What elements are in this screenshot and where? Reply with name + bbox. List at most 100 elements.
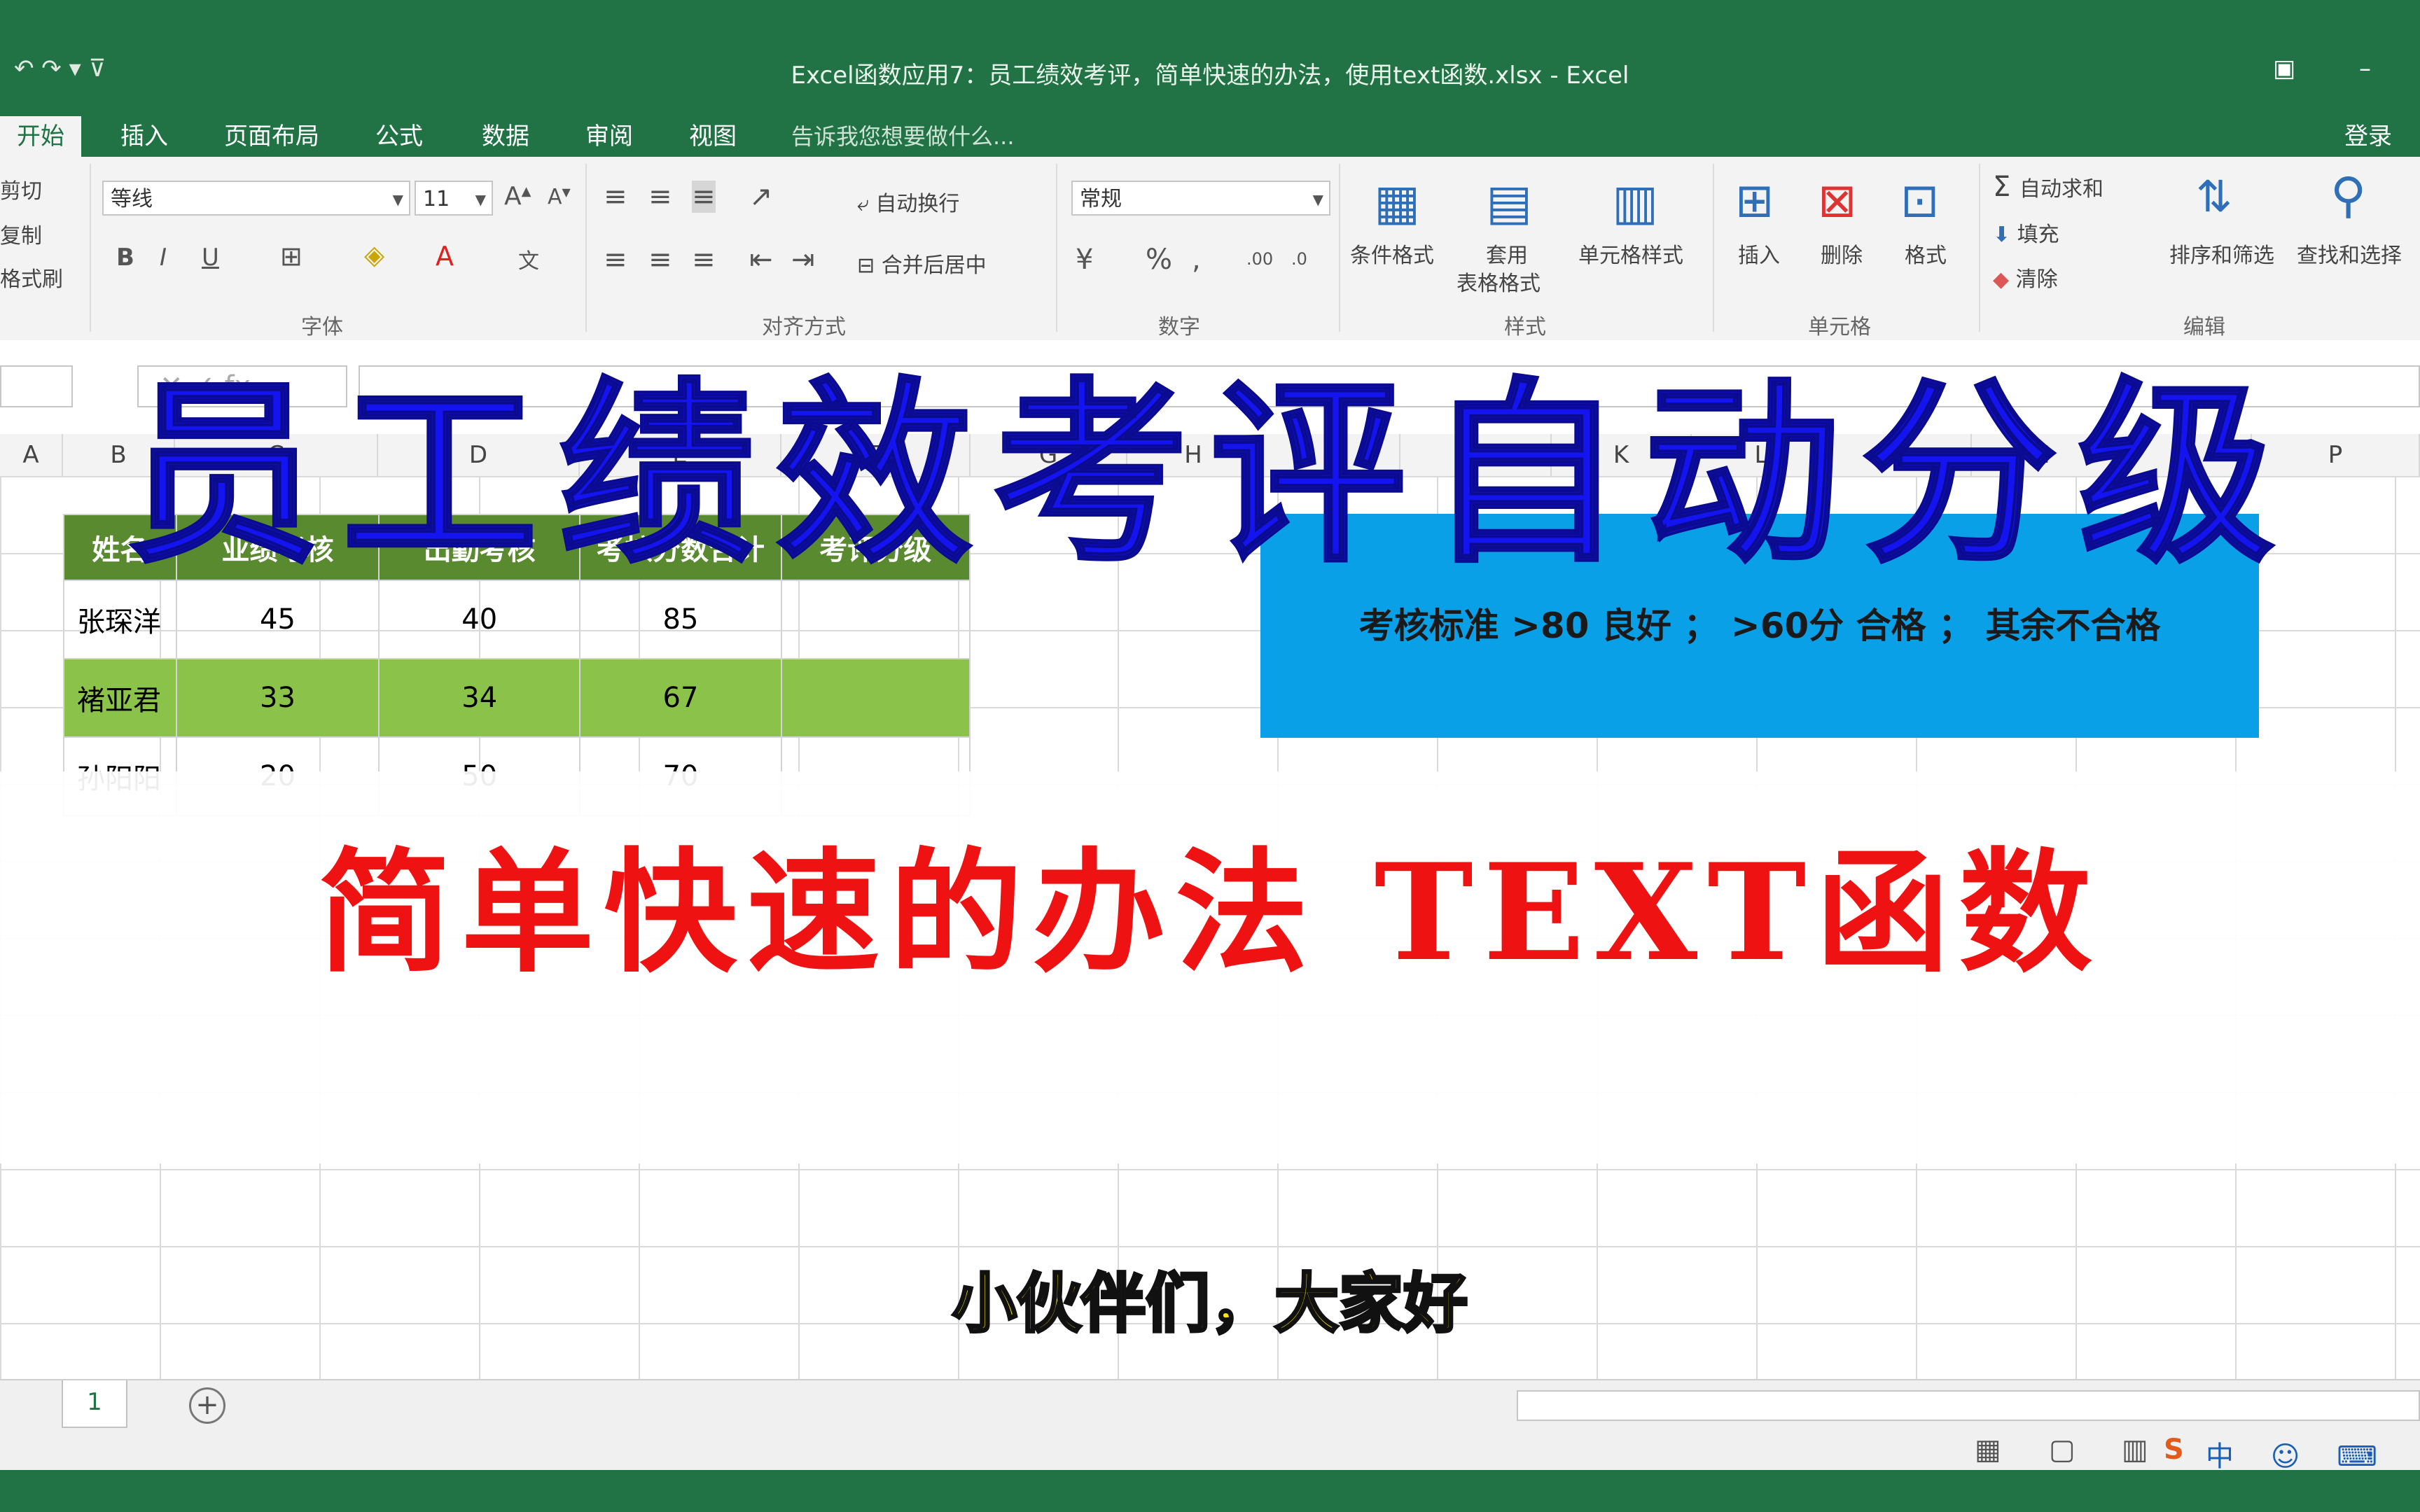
tell-me-search[interactable]: 告诉我您想要做什么...: [791, 116, 1015, 157]
eraser-icon: ◆: [1993, 267, 2016, 292]
normal-view-icon[interactable]: ▦: [1975, 1434, 2001, 1466]
comma-icon[interactable]: ,: [1192, 244, 1201, 276]
status-bar: ▦ ▢ ▥ S 中 ☺ ⌨: [0, 1431, 2420, 1473]
tab-formulas[interactable]: 公式: [359, 116, 440, 157]
delete-cells-button[interactable]: 删除: [1821, 238, 1863, 269]
table-format-icon[interactable]: ▤: [1486, 174, 1532, 231]
underline-icon[interactable]: U: [202, 244, 219, 272]
format-cells-icon[interactable]: ⊡: [1900, 174, 1939, 227]
horizontal-scrollbar[interactable]: [1517, 1390, 2420, 1421]
chevron-down-icon: ▼: [475, 191, 486, 208]
video-subline: 简单快速的办法 TEXT函数: [318, 834, 2102, 990]
number-format-value: 常规: [1080, 187, 1122, 211]
copy-button[interactable]: 复制: [0, 218, 42, 249]
subtitle-caption: 小伙伴们，大家好: [951, 1265, 1469, 1343]
wrap-text-label: 自动换行: [875, 192, 960, 216]
find-select-button[interactable]: 查找和选择: [2297, 238, 2402, 269]
tab-page-layout[interactable]: 页面布局: [207, 116, 336, 157]
ribbon: 剪切 复制 格式刷 等线 ▼ 11 ▼ A▲ A▼ B I U ⊞ ◈ A 文 字体…: [0, 157, 2420, 342]
fill-button[interactable]: ⬇ 填充: [1993, 217, 2059, 248]
search-icon[interactable]: ⚲: [2330, 167, 2366, 224]
format-painter-button[interactable]: 格式刷: [0, 262, 63, 293]
tab-insert[interactable]: 插入: [104, 116, 185, 157]
align-left-icon[interactable]: ≡: [604, 244, 627, 276]
merge-icon: ⊟: [857, 253, 882, 278]
decrease-decimal-icon[interactable]: .0: [1291, 249, 1307, 269]
login-link[interactable]: 登录: [2344, 116, 2392, 157]
format-cells-button[interactable]: 格式: [1905, 238, 1947, 269]
sort-filter-icon[interactable]: ⇅: [2196, 171, 2232, 222]
font-color-icon[interactable]: A: [436, 241, 454, 272]
table-cell[interactable]: 34: [378, 658, 581, 738]
bottom-strip: [0, 1470, 2420, 1512]
sheet-tab-bar: 1 +: [0, 1379, 2420, 1432]
page-break-view-icon[interactable]: ▥: [2122, 1434, 2148, 1466]
insert-cells-icon[interactable]: ⊞: [1735, 174, 1774, 227]
ime-toolbar-icon[interactable]: 中 ☺ ⌨: [2206, 1434, 2391, 1474]
ribbon-tabs: 开始 插入 页面布局 公式 数据 审阅 视图 告诉我您想要做什么... 登录: [0, 112, 2420, 157]
bold-icon[interactable]: B: [116, 244, 134, 272]
border-icon[interactable]: ⊞: [280, 241, 302, 272]
shrink-font-icon[interactable]: A▼: [548, 185, 571, 209]
cut-button[interactable]: 剪切: [0, 174, 42, 204]
currency-icon[interactable]: ¥: [1076, 244, 1093, 276]
window-controls[interactable]: ▣ –: [2273, 55, 2399, 83]
font-name-combo[interactable]: 等线 ▼: [102, 181, 410, 216]
align-center-icon[interactable]: ≡: [648, 244, 672, 276]
font-name-value: 等线: [111, 187, 153, 211]
tab-view[interactable]: 视图: [672, 116, 753, 157]
sheet-tab[interactable]: 1: [62, 1380, 127, 1428]
delete-cells-icon[interactable]: ⊠: [1818, 174, 1856, 227]
align-bottom-icon[interactable]: ≡: [692, 181, 716, 213]
font-size-combo[interactable]: 11 ▼: [415, 181, 493, 216]
table-cell[interactable]: [780, 658, 971, 738]
fill-label: 填充: [2017, 223, 2059, 247]
fill-down-icon: ⬇: [1993, 223, 2017, 247]
ime-logo-icon[interactable]: S: [2164, 1434, 2184, 1466]
conditional-format-icon[interactable]: ▦: [1374, 174, 1420, 231]
percent-icon[interactable]: %: [1146, 244, 1172, 276]
autosum-button[interactable]: Σ 自动求和: [1993, 171, 2103, 203]
merge-center-label: 合并后居中: [881, 253, 987, 278]
table-cell[interactable]: 33: [175, 658, 380, 738]
decrease-indent-icon[interactable]: ⇤: [749, 244, 773, 276]
chevron-down-icon: ▼: [1312, 191, 1323, 208]
title-bar: ↶ ↷ ▾ ⊽ Excel函数应用7：员工绩效考评，简单快速的办法，使用text…: [0, 0, 2420, 112]
tab-home[interactable]: 开始: [0, 116, 81, 157]
autosum-label: 自动求和: [2019, 177, 2103, 202]
wrap-text-button[interactable]: ⤶ 自动换行: [857, 186, 959, 217]
table-cell[interactable]: 褚亚君: [63, 658, 177, 738]
wrap-text-icon: ⤶: [857, 192, 876, 216]
font-size-value: 11: [423, 187, 450, 211]
merge-center-button[interactable]: ⊟ 合并后居中: [857, 248, 987, 279]
grow-font-icon[interactable]: A▲: [504, 182, 531, 211]
table-format-button-line1[interactable]: 套用: [1486, 238, 1528, 269]
increase-indent-icon[interactable]: ⇥: [791, 244, 815, 276]
conditional-format-button[interactable]: 条件格式: [1350, 238, 1434, 269]
table-format-button-line2[interactable]: 表格格式: [1456, 266, 1541, 297]
insert-cells-button[interactable]: 插入: [1738, 238, 1780, 269]
table-row: 褚亚君 33 34 67: [63, 658, 971, 738]
align-middle-icon[interactable]: ≡: [648, 181, 672, 213]
align-top-icon[interactable]: ≡: [604, 181, 627, 213]
increase-decimal-icon[interactable]: .00: [1246, 249, 1273, 269]
clear-button[interactable]: ◆ 清除: [1993, 262, 2058, 293]
chevron-down-icon: ▼: [392, 191, 403, 208]
align-right-icon[interactable]: ≡: [692, 244, 716, 276]
cell-styles-icon[interactable]: ▥: [1612, 174, 1658, 231]
sigma-icon: Σ: [1993, 171, 2019, 203]
number-format-combo[interactable]: 常规 ▼: [1071, 181, 1330, 216]
cell-styles-button[interactable]: 单元格样式: [1578, 238, 1683, 269]
fill-color-icon[interactable]: ◈: [364, 239, 384, 270]
sort-filter-button[interactable]: 排序和筛选: [2169, 238, 2274, 269]
tab-data[interactable]: 数据: [465, 116, 546, 157]
italic-icon[interactable]: I: [160, 244, 167, 272]
orientation-icon[interactable]: ↗: [749, 181, 773, 213]
phonetic-icon[interactable]: 文: [518, 244, 539, 274]
tab-review[interactable]: 审阅: [569, 116, 650, 157]
page-layout-view-icon[interactable]: ▢: [2049, 1434, 2075, 1466]
table-cell[interactable]: 67: [579, 658, 782, 738]
add-sheet-icon[interactable]: +: [189, 1387, 225, 1424]
window-title: Excel函数应用7：员工绩效考评，简单快速的办法，使用text函数.xlsx …: [791, 62, 1629, 90]
clear-label: 清除: [2015, 267, 2058, 292]
